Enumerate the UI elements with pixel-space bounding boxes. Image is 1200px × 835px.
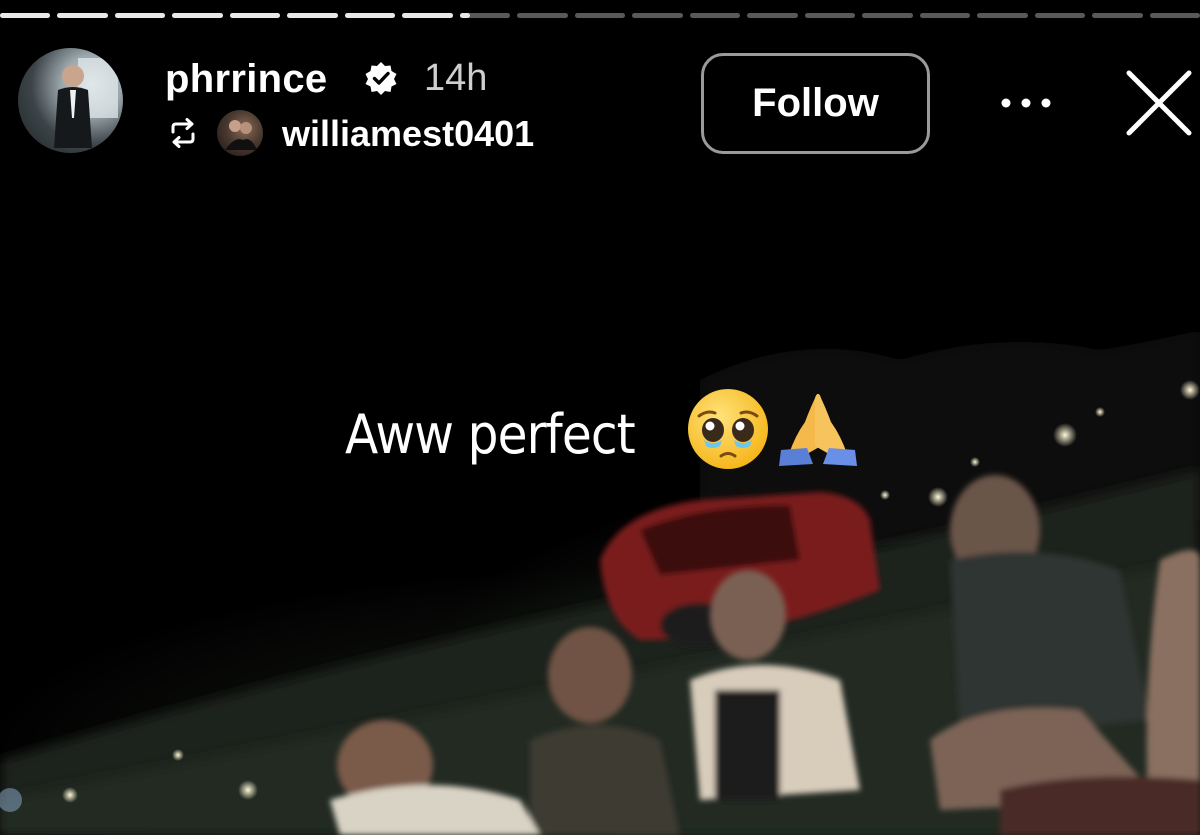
progress-segment-fill xyxy=(459,13,470,18)
progress-segment-fill xyxy=(344,13,396,18)
progress-segment xyxy=(1149,13,1200,18)
follow-button[interactable]: Follow xyxy=(701,53,930,154)
progress-segment xyxy=(57,13,108,18)
progress-segment xyxy=(287,13,338,18)
progress-segment xyxy=(459,13,511,18)
progress-segment xyxy=(919,13,971,18)
repost-icon xyxy=(171,118,195,148)
profile-avatar[interactable] xyxy=(18,48,123,153)
progress-segment-fill xyxy=(114,13,166,18)
progress-segment-fill xyxy=(287,13,338,18)
progress-segment xyxy=(172,13,223,18)
progress-segment xyxy=(114,13,166,18)
progress-segment-fill xyxy=(172,13,223,18)
story-progress-bar xyxy=(0,13,1200,19)
progress-segment-fill xyxy=(402,13,453,18)
progress-segment xyxy=(977,13,1028,18)
progress-segment xyxy=(517,13,568,18)
progress-segment-fill xyxy=(0,13,51,18)
story-timestamp: 14h xyxy=(424,57,488,99)
progress-segment xyxy=(804,13,856,18)
progress-segment-fill xyxy=(57,13,108,18)
progress-segment xyxy=(402,13,453,18)
repost-username[interactable]: williamest0401 xyxy=(282,113,534,155)
progress-segment xyxy=(229,13,281,18)
avatar-photo xyxy=(54,58,118,148)
close-icon[interactable] xyxy=(1124,68,1194,138)
progress-segment xyxy=(747,13,798,18)
story-username[interactable]: phrrince xyxy=(165,57,327,102)
caption-text: Aww perfect xyxy=(345,402,636,466)
verified-badge-icon xyxy=(365,62,397,95)
progress-segment xyxy=(689,13,741,18)
repost-avatar-photo xyxy=(225,120,257,150)
progress-segment xyxy=(1034,13,1086,18)
progress-segment xyxy=(862,13,913,18)
folded-hands-emoji-icon xyxy=(779,394,857,466)
repost-avatar[interactable] xyxy=(217,110,263,156)
more-dots-icon[interactable] xyxy=(998,92,1054,114)
progress-segment xyxy=(344,13,396,18)
progress-segment xyxy=(0,13,51,18)
progress-segment xyxy=(574,13,626,18)
progress-segment xyxy=(1092,13,1143,18)
progress-segment xyxy=(632,13,683,18)
story-viewer[interactable]: phrrince 14h williamest0401 Follow Aww p… xyxy=(0,0,1200,835)
progress-segment-fill xyxy=(229,13,281,18)
story-caption: Aww perfect xyxy=(345,389,857,474)
pleading-face-emoji-icon xyxy=(688,389,768,469)
